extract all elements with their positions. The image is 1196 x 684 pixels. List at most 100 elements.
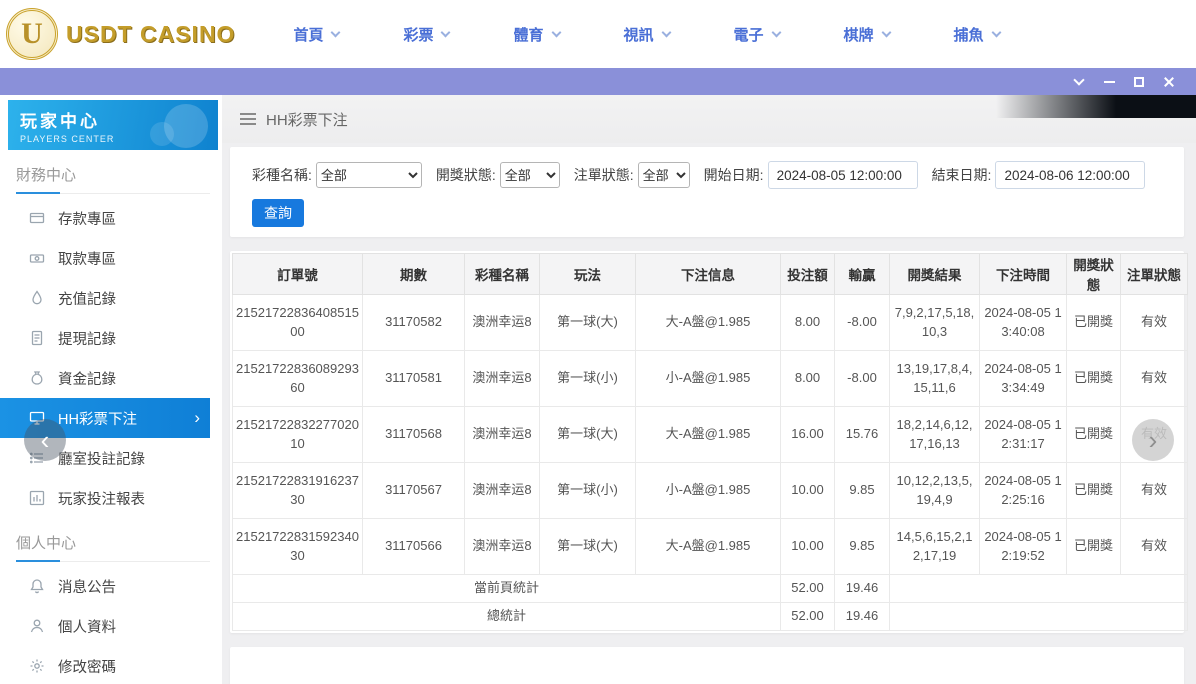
sidebar-item-label: HH彩票下注 [58,408,137,429]
cell-order-status: 有效 [1121,519,1188,575]
cell-bet-time: 2024-08-05 12:25:16 [980,463,1067,519]
scroll-right-button[interactable]: › [1132,419,1174,461]
nav-item-lottery[interactable]: 彩票 [403,24,449,45]
cell-bet-time: 2024-08-05 12:19:52 [980,519,1067,575]
chevron-down-icon [441,27,451,37]
main-nav: 首頁 彩票 體育 視訊 電子 棋牌 捕魚 [293,24,1063,45]
order-status-select[interactable]: 全部 [638,162,690,188]
sidebar-item-deposit[interactable]: 存款專區 [0,198,222,238]
nav-item-sports[interactable]: 體育 [513,24,559,45]
main-content: HH彩票下注 彩種名稱: 全部 開獎狀態: 全部 注單狀態: 全部 開始日期: … [222,95,1196,684]
page-summary-label: 當前頁統計 [233,575,781,603]
logo-text: USDT CASINO [66,21,235,48]
cell-period: 31170568 [363,407,465,463]
nav-label: 電子 [734,24,764,45]
sidebar-item-label: 存款專區 [58,208,116,229]
filter-panel: 彩種名稱: 全部 開獎狀態: 全部 注單狀態: 全部 開始日期: 結束日期: 查… [230,147,1184,237]
col-header-play: 玩法 [540,254,636,295]
chevron-down-icon [661,27,671,37]
sidebar-item-player-bet-report[interactable]: 玩家投注報表 [0,478,222,518]
cell-win-loss: 9.85 [835,519,890,575]
cell-order-id: 2152172283608929360 [233,351,363,407]
cell-bet-amount: 16.00 [781,407,835,463]
usdt-casino-logo[interactable]: U USDT CASINO [6,8,235,60]
collapse-button[interactable] [1064,68,1094,95]
collapse-sidebar-button[interactable]: ‹ [24,419,66,461]
nav-item-boardgames[interactable]: 棋牌 [844,24,890,45]
end-date-label: 結束日期: [932,165,992,185]
cell-result: 18,2,14,6,12,17,16,13 [890,407,980,463]
cell-order-id: 2152172283191623730 [233,463,363,519]
dark-corner-decoration [996,95,1196,118]
close-button[interactable] [1154,68,1184,95]
deposit-icon [28,210,45,226]
cell-draw-status: 已開獎 [1067,351,1121,407]
cell-bet-info: 大-A盤@1.985 [636,519,781,575]
search-button[interactable]: 查詢 [252,199,304,227]
sidebar-item-recharge-record[interactable]: 充值記錄 [0,278,222,318]
col-header-bet-info: 下注信息 [636,254,781,295]
funds-record-icon [28,370,45,386]
cell-lottery: 澳洲幸运8 [465,351,540,407]
cell-result: 7,9,2,17,5,18,10,3 [890,295,980,351]
cell-order-id: 2152172283640851500 [233,295,363,351]
bottom-panel [230,647,1184,684]
sidebar-item-withdrawal-record[interactable]: 提現記錄 [0,318,222,358]
minimize-button[interactable] [1094,68,1124,95]
sidebar-item-funds-record[interactable]: 資金記錄 [0,358,222,398]
chevron-down-icon [551,27,561,37]
hamburger-menu-icon[interactable] [240,110,256,128]
start-date-input[interactable] [768,161,918,189]
top-header: U USDT CASINO 首頁 彩票 體育 視訊 電子 棋牌 捕魚 [0,0,1196,68]
table-row: 2152172283640851500 31170582 澳洲幸运8 第一球(大… [233,295,1188,351]
sidebar-item-label: 玩家投注報表 [58,488,145,509]
lottery-name-select[interactable]: 全部 [316,162,422,188]
logo-u-icon: U [6,8,58,60]
cell-result: 14,5,6,15,2,12,17,19 [890,519,980,575]
end-date-input[interactable] [995,161,1145,189]
cell-bet-amount: 10.00 [781,463,835,519]
order-status-label: 注單狀態: [574,165,634,185]
maximize-button[interactable] [1124,68,1154,95]
cell-win-loss: -8.00 [835,295,890,351]
withdraw-icon [28,250,45,266]
sidebar-item-label: 個人資料 [58,616,116,637]
nav-item-fishing[interactable]: 捕魚 [954,24,1000,45]
sidebar-item-announcements[interactable]: 消息公告 [0,566,222,606]
cell-bet-info: 小-A盤@1.985 [636,351,781,407]
cell-result: 10,12,2,13,5,19,4,9 [890,463,980,519]
sidebar-item-label: 充值記錄 [58,288,116,309]
filter-row: 彩種名稱: 全部 開獎狀態: 全部 注單狀態: 全部 開始日期: 結束日期: [252,161,1170,189]
cell-bet-time: 2024-08-05 13:40:08 [980,295,1067,351]
cell-period: 31170566 [363,519,465,575]
nav-item-home[interactable]: 首頁 [293,24,339,45]
draw-status-select[interactable]: 全部 [500,162,560,188]
sidebar-item-change-password[interactable]: 修改密碼 [0,646,222,684]
cell-lottery: 澳洲幸运8 [465,519,540,575]
table-header-row: 訂單號 期數 彩種名稱 玩法 下注信息 投注額 輸贏 開獎結果 下注時間 開獎狀… [233,254,1188,295]
breadcrumb: HH彩票下注 [266,109,348,130]
close-icon [1163,76,1175,88]
recharge-record-icon [28,290,45,306]
grand-summary-empty [890,603,1188,631]
sidebar-item-label: 提現記錄 [58,328,116,349]
sidebar-item-profile[interactable]: 個人資料 [0,606,222,646]
lottery-name-label: 彩種名稱: [252,165,312,185]
nav-item-slots[interactable]: 電子 [734,24,780,45]
players-center-banner: 玩家中心 PLAYERS CENTER [8,100,218,150]
cell-bet-amount: 8.00 [781,295,835,351]
nav-item-live[interactable]: 視訊 [624,24,670,45]
grand-summary-win-total: 19.46 [835,603,890,631]
cell-play: 第一球(大) [540,519,636,575]
cell-play: 第一球(大) [540,295,636,351]
col-header-lottery: 彩種名稱 [465,254,540,295]
section-heading-personal: 個人中心 [16,532,210,562]
col-header-order-status: 注單狀態 [1121,254,1188,295]
sidebar-item-withdraw[interactable]: 取款專區 [0,238,222,278]
withdrawal-record-icon [28,330,45,346]
cell-result: 13,19,17,8,4,15,11,6 [890,351,980,407]
col-header-bet-time: 下注時間 [980,254,1067,295]
col-header-draw-status: 開獎狀態 [1067,254,1121,295]
nav-label: 彩票 [403,24,433,45]
workspace: 玩家中心 PLAYERS CENTER 財務中心 存款專區 取款專區 充值記錄 … [0,95,1196,684]
